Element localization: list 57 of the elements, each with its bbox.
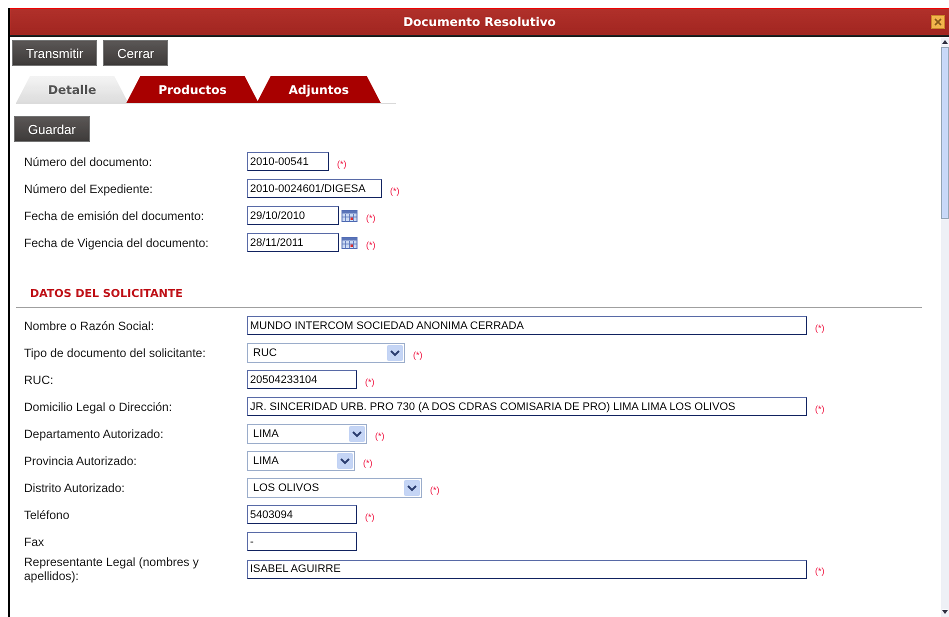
input-field[interactable]: 20504233104: [247, 370, 357, 389]
tab[interactable]: Productos: [126, 76, 259, 103]
field-label: Nombre o Razón Social:: [24, 318, 156, 332]
chevron-down-icon: [349, 426, 365, 442]
section-heading: DATOS DEL SOLICITANTE: [30, 287, 183, 300]
field-label: Tipo de documento del solicitante:: [24, 346, 207, 360]
field-label: Provincia Autorizado:: [24, 454, 138, 468]
toolbar-button[interactable]: Transmitir: [12, 40, 98, 66]
required-mark: (*): [366, 212, 376, 222]
dropdown[interactable]: RUC: [247, 342, 405, 362]
input-field[interactable]: 2010-00541: [247, 152, 329, 171]
input-field[interactable]: -: [247, 532, 357, 551]
field-label: Departamento Autorizado:: [24, 426, 164, 440]
field-label: Fecha de Vigencia del documento:: [24, 236, 210, 250]
input-field[interactable]: 28/11/2011: [247, 233, 339, 252]
required-mark: (*): [430, 484, 440, 494]
required-mark: (*): [375, 430, 384, 440]
input-field[interactable]: MUNDO INTERCOM SOCIEDAD ANONIMA CERRADA: [247, 316, 807, 335]
field-label: Número del Expediente:: [24, 182, 154, 196]
dropdown[interactable]: LIMA: [247, 450, 355, 470]
input-field[interactable]: 5403094: [247, 505, 357, 524]
field-label: Número del documento:: [24, 154, 154, 168]
field-label: Distrito Autorizado:: [24, 480, 126, 494]
input-field[interactable]: ISABEL AGUIRRE: [247, 560, 807, 578]
chevron-down-icon: [404, 480, 420, 496]
required-mark: (*): [815, 404, 824, 414]
tab[interactable]: Detalle: [16, 76, 128, 103]
field-label: Domicilio Legal o Dirección:: [24, 400, 174, 414]
field-label: Fecha de emisión del documento:: [24, 208, 206, 222]
dropdown[interactable]: LIMA: [247, 424, 367, 444]
chevron-down-icon: [337, 452, 353, 468]
input-field[interactable]: 29/10/2010: [247, 206, 339, 225]
required-mark: (*): [337, 158, 346, 168]
calendar-icon[interactable]: [341, 210, 358, 222]
input-field[interactable]: 2010-0024601/DIGESA: [247, 179, 382, 198]
scrollbar[interactable]: [941, 37, 949, 617]
field-label: Fax: [24, 534, 46, 548]
save-button[interactable]: Guardar: [14, 116, 90, 142]
required-mark: (*): [366, 240, 376, 250]
required-mark: (*): [363, 458, 372, 468]
dropdown[interactable]: LOS OLIVOS: [247, 478, 422, 498]
toolbar-button[interactable]: Cerrar: [103, 40, 168, 66]
close-icon[interactable]: [931, 15, 945, 29]
field-label: Representante Legal (nombres y apellidos):: [24, 555, 200, 583]
required-mark: (*): [365, 376, 374, 386]
input-field[interactable]: JR. SINCERIDAD URB. PRO 730 (A DOS CDRAS COMISARIA DE PRO) LIMA LIMA LOS OLIVOS: [247, 397, 807, 416]
tab[interactable]: Adjuntos: [256, 76, 381, 103]
required-mark: (*): [390, 186, 400, 196]
window-title: Documento Resolutivo: [403, 15, 556, 29]
required-mark: (*): [413, 350, 422, 360]
required-mark: (*): [365, 512, 374, 522]
required-mark: (*): [815, 322, 824, 332]
field-label: Teléfono: [24, 508, 70, 522]
chevron-down-icon: [387, 344, 403, 360]
required-mark: (*): [815, 566, 824, 576]
calendar-icon[interactable]: [341, 236, 358, 248]
field-label: RUC:: [24, 372, 54, 386]
